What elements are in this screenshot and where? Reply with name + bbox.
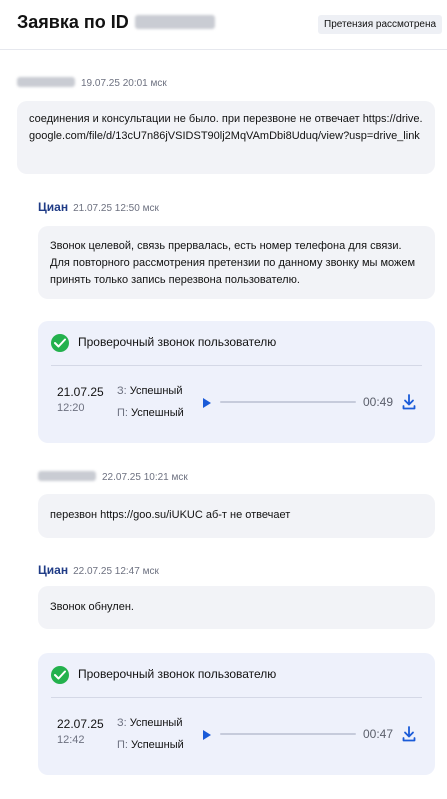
audio-progress-track[interactable] [220,401,356,403]
page-header: Заявка по ID Претензия рассмотрена [0,0,447,50]
status-p-prefix: П: [117,407,128,419]
message-date: 22.07.25 12:47 мск [73,566,159,577]
download-icon[interactable] [402,394,416,415]
check-circle-icon [51,666,69,684]
message-text: перезвон https://goo.su/iUKUC аб-т не от… [50,509,291,521]
message-bubble: Звонок целевой, связь прервалась, есть н… [38,226,435,299]
call-card: Проверочный звонок пользователю 21.07.25… [38,321,435,443]
message-text: соединения и консультации не было. при п… [29,113,423,142]
status-z-prefix: З: [117,717,127,729]
play-icon[interactable] [202,396,212,414]
call-card: Проверочный звонок пользователю 22.07.25… [38,653,435,775]
status-p-value: Успешный [130,407,184,419]
call-card-title: Проверочный звонок пользователю [78,667,277,681]
author-redacted [17,77,75,87]
message-bubble: Звонок обнулен. [38,586,435,629]
status-z: З: Успешный [117,385,182,397]
divider [51,365,422,366]
call-duration: 00:47 [363,727,394,741]
status-z-value: Успешный [129,717,183,729]
status-p: П: Успешный [117,739,184,751]
status-z: З: Успешный [117,717,182,729]
message-meta: 19.07.25 20:01 мск [17,77,167,89]
message-text: Звонок обнулен. [50,601,134,613]
status-z-prefix: З: [117,385,127,397]
call-date: 21.07.25 [57,385,104,399]
message-meta: Циан 21.07.25 12:50 мск [38,200,159,214]
status-p-value: Успешный [130,739,184,751]
message-bubble: перезвон https://goo.su/iUKUC аб-т не от… [38,494,435,538]
message-author: Циан [38,563,69,577]
message-meta: Циан 22.07.25 12:47 мск [38,563,159,577]
message-author: Циан [38,200,69,214]
status-p-prefix: П: [117,739,128,751]
status-z-value: Успешный [129,385,183,397]
message-meta: 22.07.25 10:21 мск [38,471,188,483]
message-text: Звонок целевой, связь прервалась, есть н… [50,240,416,286]
download-icon[interactable] [402,726,416,747]
call-time: 12:20 [57,402,85,414]
message-date: 21.07.25 12:50 мск [73,203,159,214]
status-badge: Претензия рассмотрена [318,15,443,34]
call-date: 22.07.25 [57,717,104,731]
divider [51,697,422,698]
request-id-redacted [134,15,215,29]
message-bubble: соединения и консультации не было. при п… [17,101,435,174]
call-duration: 00:49 [363,395,394,409]
audio-progress-track[interactable] [220,733,356,735]
page-title-text: Заявка по ID [17,12,129,32]
message-date: 19.07.25 20:01 мск [81,78,167,89]
page-title: Заявка по ID [17,12,215,33]
call-time: 12:42 [57,734,85,746]
status-p: П: Успешный [117,407,184,419]
play-icon[interactable] [202,728,212,746]
author-redacted [38,471,96,481]
call-card-title: Проверочный звонок пользователю [78,335,277,349]
message-date: 22.07.25 10:21 мск [102,472,188,483]
check-circle-icon [51,334,69,352]
